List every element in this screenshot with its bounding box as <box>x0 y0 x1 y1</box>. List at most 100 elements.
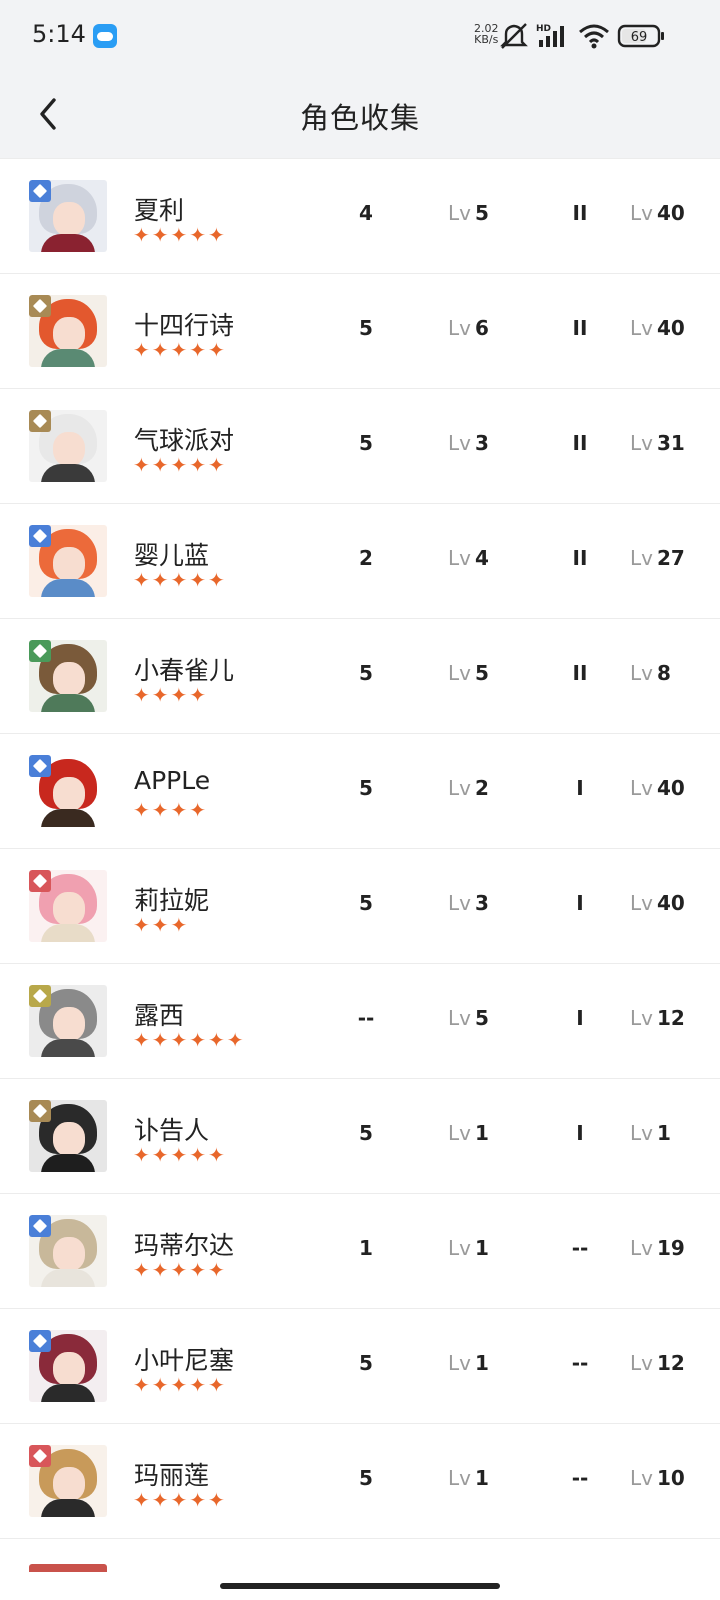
lv-prefix: Lv <box>448 1121 471 1145</box>
lv-prefix: Lv <box>630 1466 653 1490</box>
star-rating: ✦✦✦✦✦ <box>133 1488 227 1512</box>
character-avatar <box>29 1215 107 1287</box>
lv-prefix: Lv <box>630 1351 653 1375</box>
battery-level: 69 <box>631 30 648 45</box>
star-rating: ✦✦✦✦✦ <box>133 223 227 247</box>
star-rating: ✦✦✦✦✦ <box>133 338 227 362</box>
lv-prefix: Lv <box>448 431 471 455</box>
character-level-value: 10 <box>656 1466 685 1490</box>
character-level-value: 12 <box>656 1006 685 1030</box>
skill-level: Lv 1 <box>448 1351 489 1375</box>
character-row[interactable]: 气球派对 ✦✦✦✦✦ 5 Lv 3 II Lv 31 <box>0 389 720 504</box>
skill-level: Lv 1 <box>448 1466 489 1490</box>
skill-level-value: 3 <box>474 891 489 915</box>
insight-rank: II <box>572 661 588 685</box>
element-badge-icon <box>29 1215 51 1237</box>
lv-prefix: Lv <box>448 1466 471 1490</box>
skill-level: Lv 1 <box>448 1236 489 1260</box>
element-badge-icon <box>29 640 51 662</box>
character-count: 2 <box>359 546 373 570</box>
hd-label: HD <box>536 24 551 34</box>
character-avatar <box>29 410 107 482</box>
next-row-avatar-peek <box>29 1564 107 1572</box>
lv-prefix: Lv <box>630 316 653 340</box>
insight-rank: -- <box>571 1351 589 1375</box>
character-name: 夏利 <box>134 196 185 225</box>
header-bar: 角色收集 <box>0 72 720 158</box>
star-rating: ✦✦✦✦✦ <box>133 1258 227 1282</box>
network-speed: 2.02 KB/s <box>474 23 499 45</box>
character-row[interactable]: 玛蒂尔达 ✦✦✦✦✦ 1 Lv 1 -- Lv 19 <box>0 1194 720 1309</box>
character-row[interactable]: 讣告人 ✦✦✦✦✦ 5 Lv 1 I Lv 1 <box>0 1079 720 1194</box>
character-count: 5 <box>359 431 373 455</box>
character-name: 露西 <box>134 1001 185 1030</box>
character-level-value: 1 <box>656 1121 671 1145</box>
skill-level-value: 1 <box>474 1236 489 1260</box>
lv-prefix: Lv <box>448 201 471 225</box>
skill-level: Lv 6 <box>448 316 489 340</box>
lv-prefix: Lv <box>448 1236 471 1260</box>
element-badge-icon <box>29 295 51 317</box>
character-level-value: 27 <box>656 546 685 570</box>
lv-prefix: Lv <box>630 1006 653 1030</box>
status-time: 5:14 <box>32 20 86 48</box>
character-row[interactable]: 婴儿蓝 ✦✦✦✦✦ 2 Lv 4 II Lv 27 <box>0 504 720 619</box>
character-level: Lv 8 <box>630 661 671 685</box>
mute-icon <box>500 23 528 49</box>
lv-prefix: Lv <box>448 891 471 915</box>
lv-prefix: Lv <box>448 1351 471 1375</box>
character-level-value: 40 <box>656 776 685 800</box>
character-row[interactable]: 莉拉妮 ✦✦✦ 5 Lv 3 I Lv 40 <box>0 849 720 964</box>
character-level-value: 19 <box>656 1236 685 1260</box>
character-row[interactable]: 玛丽莲 ✦✦✦✦✦ 5 Lv 1 -- Lv 10 <box>0 1424 720 1539</box>
character-level: Lv 10 <box>630 1466 685 1490</box>
character-level: Lv 40 <box>630 776 685 800</box>
character-count: 5 <box>359 1351 373 1375</box>
skill-level: Lv 2 <box>448 776 489 800</box>
lv-prefix: Lv <box>630 546 653 570</box>
lv-prefix: Lv <box>448 776 471 800</box>
character-level-value: 8 <box>656 661 671 685</box>
lv-prefix: Lv <box>630 1121 653 1145</box>
character-row[interactable]: 小叶尼塞 ✦✦✦✦✦ 5 Lv 1 -- Lv 12 <box>0 1309 720 1424</box>
skill-level-value: 1 <box>474 1121 489 1145</box>
skill-level-value: 5 <box>474 661 489 685</box>
insight-rank: I <box>576 1006 584 1030</box>
character-count: 4 <box>359 201 373 225</box>
element-badge-icon <box>29 870 51 892</box>
character-level-value: 31 <box>656 431 685 455</box>
insight-rank: -- <box>571 1236 589 1260</box>
character-level-value: 40 <box>656 891 685 915</box>
character-count: 5 <box>359 1121 373 1145</box>
battery-icon: 69 <box>617 24 664 48</box>
character-row[interactable]: 露西 ✦✦✦✦✦✦ -- Lv 5 I Lv 12 <box>0 964 720 1079</box>
skill-level: Lv 5 <box>448 1006 489 1030</box>
skill-level: Lv 4 <box>448 546 489 570</box>
character-name: APPLe <box>134 766 211 795</box>
lv-prefix: Lv <box>448 316 471 340</box>
character-row[interactable]: 十四行诗 ✦✦✦✦✦ 5 Lv 6 II Lv 40 <box>0 274 720 389</box>
lv-prefix: Lv <box>448 546 471 570</box>
star-rating: ✦✦✦✦✦✦ <box>133 1028 246 1052</box>
insight-rank: I <box>576 776 584 800</box>
element-badge-icon <box>29 180 51 202</box>
skill-level: Lv 5 <box>448 661 489 685</box>
element-badge-icon <box>29 1330 51 1352</box>
character-row[interactable]: 夏利 ✦✦✦✦✦ 4 Lv 5 II Lv 40 <box>0 159 720 274</box>
character-avatar <box>29 870 107 942</box>
element-badge-icon <box>29 985 51 1007</box>
skill-level-value: 6 <box>474 316 489 340</box>
home-indicator[interactable] <box>220 1583 500 1589</box>
character-level-value: 40 <box>656 316 685 340</box>
element-badge-icon <box>29 1100 51 1122</box>
character-row[interactable]: 小春雀儿 ✦✦✦✦ 5 Lv 5 II Lv 8 <box>0 619 720 734</box>
character-name: 小叶尼塞 <box>134 1346 235 1375</box>
skill-level: Lv 3 <box>448 891 489 915</box>
status-bar: 5:14 2.02 KB/s HD 69 <box>0 0 720 72</box>
skill-level-value: 5 <box>474 201 489 225</box>
element-badge-icon <box>29 1445 51 1467</box>
character-name: 玛丽莲 <box>134 1461 210 1490</box>
lv-prefix: Lv <box>630 661 653 685</box>
character-avatar <box>29 180 107 252</box>
character-row[interactable]: APPLe ✦✦✦✦ 5 Lv 2 I Lv 40 <box>0 734 720 849</box>
